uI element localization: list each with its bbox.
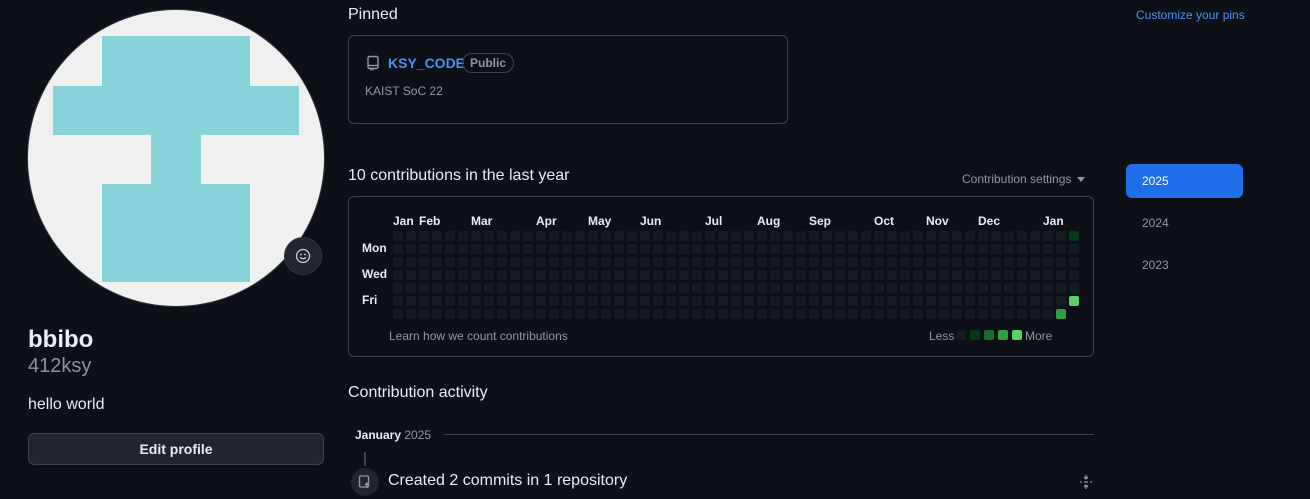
profile-username: 412ksy [28,355,92,377]
legend-cell [998,330,1008,340]
month-label: May [588,214,612,228]
pinned-repo-card [348,35,788,124]
identicon-block [102,36,250,86]
month-label: Jun [640,214,662,228]
month-label: Jul [705,214,723,228]
activity-item-commits[interactable]: Created 2 commits in 1 repository [388,472,627,490]
timeline-connector [364,452,366,466]
month-label: Sep [809,214,832,228]
fold-icon[interactable] [1078,474,1094,495]
activity-year: 2025 [404,428,432,442]
month-label: Jan [393,214,414,228]
month-label: Feb [419,214,441,228]
month-label: Oct [874,214,895,228]
profile-display-name: bbibo [28,326,94,353]
repo-icon [366,55,380,76]
pinned-repo-description: KAIST SoC 22 [365,84,443,98]
legend-cell [984,330,994,340]
customize-pins-link[interactable]: Customize your pins [1136,8,1245,22]
day-label: Wed [362,267,388,281]
profile-bio: hello world [28,396,105,413]
legend-cell [970,330,980,340]
pinned-heading: Pinned [348,6,398,23]
contribution-activity-heading: Contribution activity [348,384,488,401]
set-status-button[interactable] [284,237,322,275]
identicon-block [151,135,201,185]
activity-month: January [355,428,402,442]
repo-push-icon [351,468,379,496]
month-label: Apr [536,214,557,228]
month-label: Aug [757,214,781,228]
contribution-settings-label: Contribution settings [962,172,1072,186]
month-label: Nov [926,214,949,228]
pinned-repo-name-link[interactable]: KSY_CODE [388,55,465,71]
visibility-badge: Public [462,53,515,73]
month-label: Dec [978,214,1001,228]
month-label: Jan [1043,214,1064,228]
year-button-2024[interactable]: 2024 [1126,206,1243,240]
activity-month-label: January 2025 [355,428,431,442]
learn-contributions-link[interactable]: Learn how we count contributions [389,329,568,343]
month-label: Mar [471,214,493,228]
day-label: Mon [362,241,387,255]
contribution-settings-dropdown[interactable]: Contribution settings [962,172,1086,186]
contributions-heading: 10 contributions in the last year [348,167,570,184]
legend-less-label: Less [929,329,955,343]
identicon-block [102,184,250,282]
identicon-block [53,86,299,135]
legend-more-label: More [1025,329,1053,343]
legend-cell [1012,330,1022,340]
timeline-divider [444,434,1094,435]
legend-cell [956,330,966,340]
avatar[interactable] [28,10,324,306]
year-button-2025[interactable]: 2025 [1126,164,1243,198]
caret-down-icon [1077,176,1086,182]
edit-profile-button[interactable]: Edit profile [28,433,324,465]
smiley-icon [295,248,311,264]
year-button-2023[interactable]: 2023 [1126,248,1243,282]
day-label: Fri [362,293,378,307]
